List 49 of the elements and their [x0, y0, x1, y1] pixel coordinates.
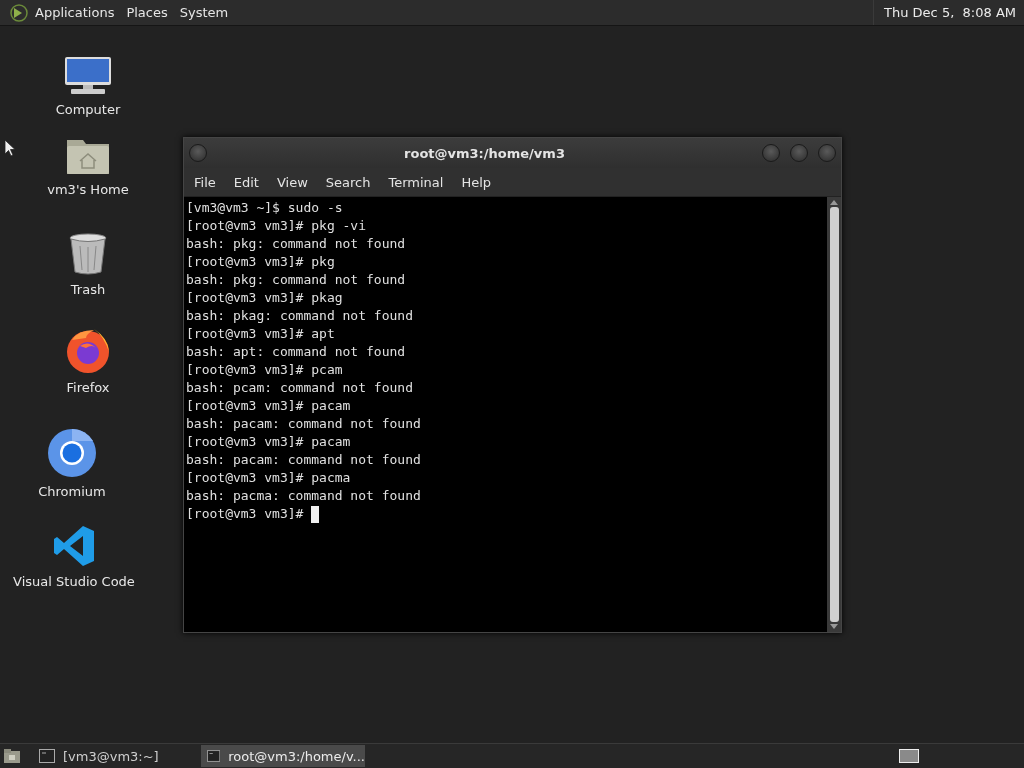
- text-cursor: [311, 505, 320, 523]
- menu-item[interactable]: Search: [319, 172, 377, 192]
- menu-item[interactable]: Edit: [227, 172, 265, 192]
- terminal-line: bash: pcam: command not found: [186, 379, 414, 397]
- terminal-prompt: [root@vm3 vm3]#: [186, 505, 304, 523]
- terminal-line: [root@vm3 vm3]# pacma: [186, 469, 352, 487]
- terminal-line: bash: apt: command not found: [186, 343, 407, 361]
- terminal-line: [root@vm3 vm3]# pkg -vi: [186, 217, 367, 235]
- terminal-line: bash: pacma: command not found: [186, 487, 422, 505]
- terminal-line: bash: pacam: command not found: [186, 451, 422, 469]
- scrollbar[interactable]: [827, 197, 841, 632]
- terminal-line: bash: pkag: command not found: [186, 307, 414, 325]
- window-title: root@vm3:/home/vm3: [403, 145, 566, 161]
- desktop-icon-label[interactable]: Firefox: [66, 380, 110, 395]
- monitor-icon[interactable]: [63, 56, 113, 96]
- menu-item[interactable]: File: [188, 172, 222, 192]
- menu-item[interactable]: Help: [455, 172, 498, 192]
- menu-item[interactable]: View: [270, 172, 314, 192]
- app-icon[interactable]: [47, 428, 97, 478]
- taskbar-button[interactable]: root@vm3:/home/v...: [201, 745, 365, 767]
- panel-menu[interactable]: System: [179, 5, 229, 20]
- logo-icon[interactable]: [9, 2, 29, 23]
- terminal-icon[interactable]: [207, 749, 221, 763]
- clock[interactable]: Thu Dec 5, 8:08 AM: [884, 5, 1016, 20]
- trash-icon[interactable]: [68, 232, 108, 276]
- desktop-icon-label[interactable]: Visual Studio Code: [13, 574, 135, 589]
- terminal-line: [root@vm3 vm3]# apt: [186, 325, 336, 343]
- terminal-line: bash: pkg: command not found: [186, 235, 407, 253]
- terminal-line: bash: pacam: command not found: [186, 415, 422, 433]
- panel-menu[interactable]: Places: [126, 5, 168, 20]
- terminal-line: [root@vm3 vm3]# pacam: [186, 397, 352, 415]
- terminal-line: [root@vm3 vm3]# pcam: [186, 361, 344, 379]
- mouse-pointer-icon: [4, 139, 16, 157]
- terminal-line: bash: pkg: command not found: [186, 271, 407, 289]
- show-desktop-icon[interactable]: [3, 748, 21, 764]
- desktop-icon-label[interactable]: Trash: [70, 282, 106, 297]
- scroll-up-icon[interactable]: [830, 199, 838, 205]
- workspace-switcher[interactable]: [899, 749, 919, 763]
- desktop-icon-label[interactable]: Chromium: [38, 484, 106, 499]
- terminal-line: [vm3@vm3 ~]$ sudo -s: [186, 199, 344, 217]
- menu-item[interactable]: Terminal: [382, 172, 450, 192]
- panel-menu[interactable]: Applications: [35, 5, 115, 20]
- scroll-down-icon[interactable]: [830, 624, 838, 630]
- desktop-icon-label[interactable]: Computer: [55, 102, 121, 117]
- terminal-line: [root@vm3 vm3]# pkg: [186, 253, 336, 271]
- terminal-icon[interactable]: [39, 749, 55, 763]
- terminal-line: [root@vm3 vm3]# pacam: [186, 433, 352, 451]
- terminal-line: [root@vm3 vm3]# pkag: [186, 289, 344, 307]
- desktop-icon-label[interactable]: vm3's Home: [47, 182, 129, 197]
